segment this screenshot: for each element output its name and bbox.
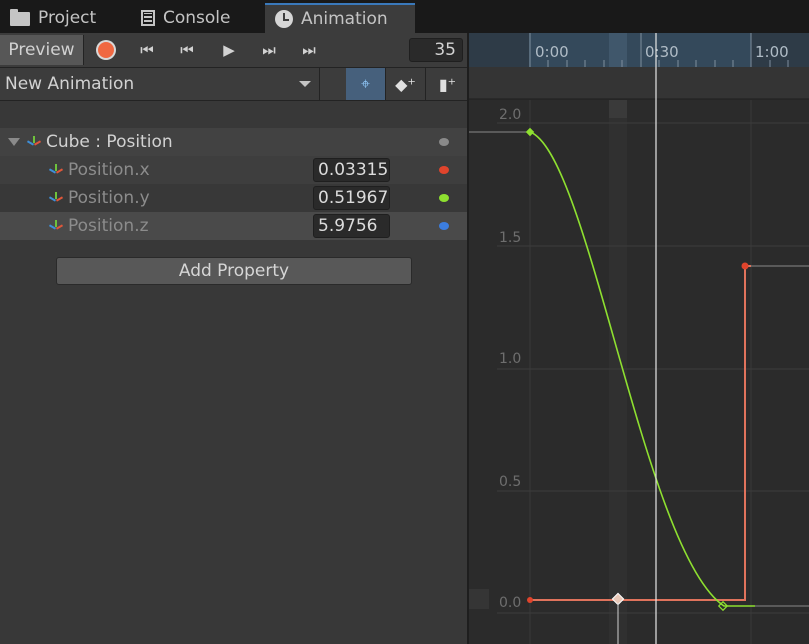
add-event-icon: ▮⁺ [438, 74, 457, 94]
curve-color-dot-icon [439, 166, 449, 174]
curve-plot-area[interactable] [469, 100, 809, 644]
property-row-position-y[interactable]: Position.y 0.51967 [0, 184, 468, 212]
add-keyframe-icon: ◆⁺ [395, 74, 416, 94]
skip-to-start-icon: ⏮ [140, 41, 153, 59]
transform-axis-icon [48, 190, 64, 206]
zero-marker-box [469, 589, 489, 609]
curve-editor[interactable]: 0:00 0:30 1:00 2.0 1.5 1.0 0.5 0.0 [469, 33, 809, 644]
clip-dropdown[interactable]: New Animation [0, 68, 320, 100]
property-value-field[interactable]: 0.51967 [313, 186, 390, 210]
property-value-field[interactable]: 0.03315 [313, 158, 390, 182]
transform-axis-icon [48, 218, 64, 234]
play-icon: ▶ [223, 41, 234, 59]
ruler-tick-label: 0:00 [535, 43, 569, 61]
filter-by-selection-button[interactable]: ⌖ [346, 68, 386, 100]
tab-animation-label: Animation [301, 9, 388, 29]
tab-project[interactable]: Project [0, 3, 106, 33]
previous-key-icon: ⏮ [180, 41, 193, 59]
last-key-button[interactable]: ⏭ [290, 35, 326, 65]
add-property-button[interactable]: Add Property [56, 257, 412, 285]
console-icon [141, 10, 155, 26]
property-row-position-z[interactable]: Position.z 5.9756 [0, 212, 468, 240]
y-axis-label: 2.0 [499, 107, 521, 123]
property-group-label: Cube : Position [46, 132, 173, 152]
property-value-field[interactable]: 5.9756 [313, 214, 390, 238]
tab-project-label: Project [38, 8, 97, 28]
ruler-tick-label: 1:00 [755, 43, 789, 61]
record-button[interactable] [88, 35, 124, 65]
tab-console-label: Console [163, 8, 231, 28]
curve-color-dot-icon [439, 222, 449, 230]
window-tab-bar: Project Console Animation [0, 0, 809, 33]
playback-toolbar: Preview ⏮ ⏮ ▶ ⏭ ⏭ 35 [0, 33, 468, 68]
clip-name: New Animation [5, 74, 135, 94]
property-label: Position.y [68, 188, 150, 208]
skip-to-end-icon: ⏭ [302, 41, 315, 59]
transform-axis-icon [26, 134, 42, 150]
add-keyframe-button[interactable]: ◆⁺ [386, 68, 426, 100]
tab-animation[interactable]: Animation [265, 3, 415, 33]
keyframe-x-end[interactable] [741, 262, 749, 270]
clock-icon [275, 10, 293, 28]
property-group-row[interactable]: Cube : Position [0, 128, 468, 156]
y-axis-label: 1.0 [499, 351, 521, 367]
chevron-down-icon [299, 81, 311, 87]
crosshair-icon: ⌖ [360, 74, 370, 93]
group-key-dot-icon [439, 138, 449, 146]
next-key-icon: ⏭ [262, 41, 275, 59]
curve-color-dot-icon [439, 194, 449, 202]
animation-hierarchy-panel: Preview ⏮ ⏮ ▶ ⏭ ⏭ 35 New Animation ⌖ ◆⁺ … [0, 33, 468, 644]
play-button[interactable]: ▶ [210, 35, 246, 65]
property-label: Position.x [68, 160, 150, 180]
folder-icon [10, 9, 30, 26]
curve-canvas[interactable]: 0:00 0:30 1:00 2.0 1.5 1.0 0.5 0.0 [469, 33, 809, 644]
y-axis-label: 0.0 [499, 595, 521, 611]
next-key-button[interactable]: ⏭ [250, 35, 286, 65]
property-row-position-x[interactable]: Position.x 0.03315 [0, 156, 468, 184]
event-strip[interactable] [469, 67, 809, 99]
tab-console[interactable]: Console [131, 3, 241, 33]
record-icon [98, 42, 114, 58]
y-axis-label: 1.5 [499, 230, 521, 246]
expand-triangle-icon[interactable] [8, 138, 20, 146]
ruler-tick-label: 0:30 [645, 43, 679, 61]
property-label: Position.z [68, 216, 149, 236]
prev-key-button[interactable]: ⏮ [168, 35, 204, 65]
first-key-button[interactable]: ⏮ [128, 35, 164, 65]
preview-button[interactable]: Preview [0, 35, 84, 65]
keyframe-x-start[interactable] [527, 597, 533, 603]
transform-axis-icon [48, 162, 64, 178]
clip-toolbar: New Animation ⌖ ◆⁺ ▮⁺ [0, 68, 468, 101]
playhead-band-top [609, 100, 627, 118]
playhead-region [609, 33, 627, 67]
add-event-button[interactable]: ▮⁺ [428, 68, 468, 100]
y-axis-label: 0.5 [499, 474, 521, 490]
frame-field[interactable]: 35 [409, 38, 463, 62]
